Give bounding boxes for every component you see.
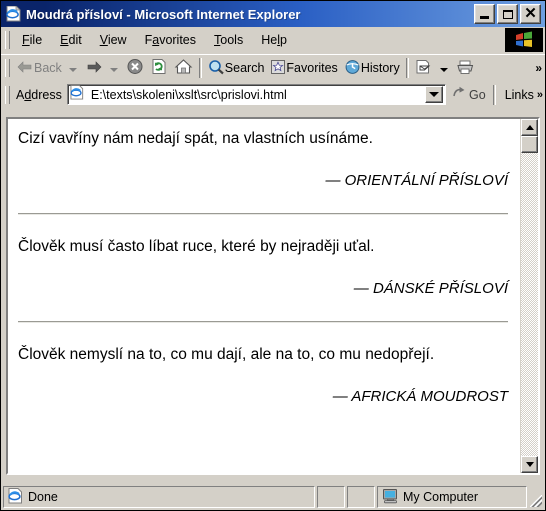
- print-button[interactable]: [453, 57, 478, 79]
- go-button[interactable]: Go: [446, 86, 490, 103]
- forward-dropdown-arrow[interactable]: [109, 67, 118, 72]
- mail-dropdown-arrow[interactable]: [439, 67, 448, 72]
- back-dropdown-arrow[interactable]: [68, 67, 77, 72]
- menu-item-help[interactable]: Help: [252, 31, 296, 49]
- scroll-down-button[interactable]: [521, 456, 538, 473]
- minimize-button[interactable]: [474, 4, 495, 24]
- navigation-toolbar: Back Search Favorites History »: [1, 54, 545, 81]
- quote-text: Cizí vavříny nám nedají spát, na vlastní…: [18, 130, 373, 147]
- close-icon: ✕: [524, 5, 537, 22]
- separator-rule: [18, 320, 508, 323]
- status-text: Done: [28, 490, 58, 504]
- windows-flag-logo: [505, 28, 543, 52]
- forward-button[interactable]: [82, 57, 106, 79]
- toolbar-overflow-chevron[interactable]: »: [535, 61, 542, 75]
- quote-text: Člověk musí často líbat ruce, které by n…: [18, 237, 375, 255]
- links-button[interactable]: Links »: [499, 88, 545, 102]
- minimize-icon: [480, 16, 489, 19]
- content-area: Cizí vavříny nám nedají spát, na vlastní…: [6, 117, 540, 475]
- arrow-right-icon: [85, 59, 103, 78]
- address-dropdown-button[interactable]: [425, 86, 443, 103]
- scroll-up-button[interactable]: [521, 119, 538, 136]
- stop-icon: [126, 58, 144, 78]
- history-clock-icon: [344, 59, 361, 78]
- maximize-icon: [502, 9, 513, 19]
- window-title: Moudrá přísloví - Microsoft Internet Exp…: [26, 6, 301, 22]
- window-controls: ✕: [474, 4, 542, 24]
- address-input-container[interactable]: E:\texts\skoleni\xslt\src\prislovi.html: [66, 84, 446, 105]
- go-label: Go: [469, 87, 486, 102]
- menu-item-tools[interactable]: Tools: [205, 31, 252, 49]
- search-button[interactable]: Search: [205, 57, 268, 79]
- status-panel-3: [347, 486, 375, 508]
- history-label: History: [360, 61, 400, 75]
- scrollbar-track[interactable]: [521, 136, 538, 456]
- menu-item-favorites[interactable]: Favorites: [136, 31, 205, 49]
- triangle-up-icon: [525, 125, 534, 130]
- mail-icon: [415, 59, 433, 78]
- mail-button[interactable]: [412, 57, 436, 79]
- toolbar-separator-1: [198, 58, 202, 78]
- quote-text: Člověk nemyslí na to, co mu dají, ale na…: [18, 345, 435, 363]
- vertical-scrollbar[interactable]: [520, 119, 538, 473]
- address-input[interactable]: E:\texts\skoleni\xslt\src\prislovi.html: [88, 88, 425, 102]
- address-separator: [492, 84, 496, 105]
- back-button[interactable]: Back: [13, 57, 65, 79]
- title-bar[interactable]: Moudrá přísloví - Microsoft Internet Exp…: [1, 1, 545, 27]
- menu-item-file[interactable]: File: [13, 31, 51, 49]
- triangle-down-icon: [525, 462, 534, 467]
- address-bar: Address E:\texts\skoleni\xslt\src\prislo…: [1, 81, 545, 108]
- favorites-label: Favorites: [286, 61, 338, 75]
- separator-rule: [18, 212, 508, 215]
- computer-monitor-icon: [382, 488, 399, 507]
- stop-button[interactable]: [123, 57, 147, 79]
- menu-item-edit[interactable]: Edit: [51, 31, 91, 49]
- arrow-left-icon: [16, 59, 34, 78]
- status-panel-2: [317, 486, 345, 508]
- ie-document-icon: [70, 85, 85, 104]
- quote-attribution: — AFRICKÁ MOUDROST: [332, 387, 508, 405]
- scrollbar-thumb[interactable]: [521, 136, 538, 153]
- search-label: Search: [224, 61, 265, 75]
- ie-document-icon: [8, 487, 24, 507]
- favorites-button[interactable]: Favorites: [267, 57, 340, 79]
- quote-attribution: — DÁNSKÉ PŘÍSLOVÍ: [353, 279, 508, 297]
- print-icon: [456, 59, 475, 78]
- status-message-panel: Done: [3, 486, 315, 508]
- address-label: Address: [16, 87, 62, 102]
- go-arrow-icon: [452, 86, 467, 103]
- history-button[interactable]: History: [341, 57, 403, 79]
- back-label: Back: [34, 61, 62, 75]
- chevron-down-icon: [429, 92, 439, 97]
- resize-grip[interactable]: [529, 486, 543, 508]
- menu-item-view[interactable]: View: [91, 31, 136, 49]
- status-bar: Done My Computer: [3, 486, 543, 508]
- security-zone-panel[interactable]: My Computer: [377, 486, 527, 508]
- address-drag-grip[interactable]: [5, 85, 10, 104]
- search-icon: [208, 59, 225, 78]
- refresh-button[interactable]: [147, 57, 171, 79]
- links-label: Links: [504, 87, 534, 102]
- maximize-button[interactable]: [497, 4, 518, 24]
- home-button[interactable]: [171, 57, 196, 79]
- security-zone-text: My Computer: [403, 490, 479, 504]
- document-body: Cizí vavříny nám nedají spát, na vlastní…: [8, 119, 520, 473]
- favorites-star-icon: [270, 59, 286, 78]
- refresh-icon: [150, 58, 168, 78]
- toolbar-drag-grip[interactable]: [5, 59, 10, 77]
- quote-attribution: — ORIENTÁLNÍ PŘÍSLOVÍ: [325, 171, 508, 189]
- menu-drag-grip[interactable]: [5, 31, 10, 49]
- close-button[interactable]: ✕: [520, 4, 541, 24]
- links-overflow-chevron[interactable]: »: [537, 89, 543, 101]
- browser-window: Moudrá přísloví - Microsoft Internet Exp…: [0, 0, 546, 511]
- ie-document-icon[interactable]: [6, 5, 22, 22]
- menu-bar: File Edit View Favorites Tools Help: [1, 27, 545, 54]
- toolbar-separator-2: [405, 58, 409, 78]
- home-icon: [174, 58, 193, 78]
